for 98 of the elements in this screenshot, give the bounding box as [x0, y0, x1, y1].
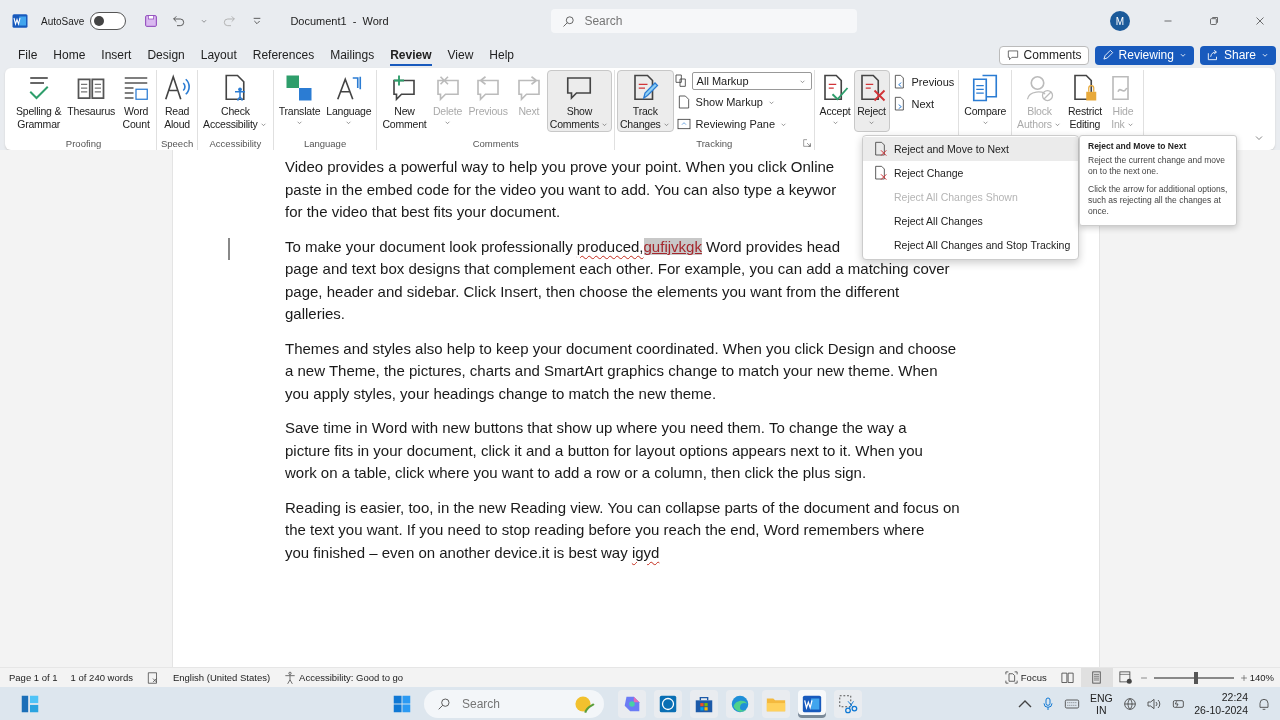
- tooltip-title: Reject and Move to Next: [1088, 141, 1188, 151]
- ribbon-button[interactable]: Accept: [816, 70, 854, 132]
- network-icon: [1122, 695, 1139, 712]
- focus-icon: [1003, 670, 1019, 685]
- markup-dropdown[interactable]: All Markup: [691, 72, 812, 90]
- focus-button[interactable]: Focus: [1003, 670, 1047, 685]
- menu-tab[interactable]: Mailings: [322, 44, 383, 66]
- ribbon-button[interactable]: Track Changes: [616, 70, 674, 132]
- share-icon: [1205, 48, 1220, 62]
- maximize-icon: [1207, 14, 1221, 28]
- web-layout-icon: [1118, 670, 1134, 685]
- paragraph: Reading is easier, too, in the new Reading view. You can collapse parts of the document and focus on the text you want. If you need to stop reading before you reach the end, Word remembers where you finished – even on another device.it is best way igyd: [285, 497, 960, 563]
- taskbar-search[interactable]: Search: [424, 689, 604, 718]
- ribbon-button[interactable]: Previous: [889, 72, 957, 92]
- save-icon: [143, 13, 160, 29]
- pen-icon: [1100, 48, 1115, 62]
- tooltip-text: Click the arrow for additional options, such as rejecting all the changes at once.: [1088, 184, 1228, 217]
- group-label: Tracking: [696, 137, 733, 149]
- ribbon-button[interactable]: Spelling & Grammar: [13, 70, 65, 132]
- group-label: Accessibility: [209, 137, 262, 149]
- comments-button[interactable]: Comments: [998, 45, 1089, 65]
- dialog-launcher-icon: [801, 138, 812, 148]
- reject-icon: [873, 165, 889, 181]
- accessibility-status[interactable]: Accessibility: Good to go: [283, 670, 404, 685]
- ribbon-button[interactable]: Reject: [853, 70, 890, 132]
- word-logo-icon: [11, 12, 29, 30]
- print-layout-button[interactable]: [1080, 667, 1113, 688]
- reject-icon: [873, 141, 889, 157]
- menu-tab[interactable]: Review: [382, 44, 440, 66]
- menu-tab[interactable]: Layout: [192, 44, 245, 66]
- menu-tab[interactable]: Design: [139, 44, 193, 66]
- read-mode-icon: [1060, 670, 1076, 685]
- ribbon-button[interactable]: Restrict Editing: [1064, 70, 1105, 132]
- autosave-label: AutoSave: [41, 15, 85, 27]
- taskbar-app[interactable]: [654, 689, 682, 718]
- menu-tab[interactable]: Home: [45, 44, 94, 66]
- taskbar-app[interactable]: [726, 689, 754, 718]
- paragraph: Video provides a powerful way to help you prove your point. When you click Online paste in the embed code for the video you want to add. You can also type a keywor for the video that best fits your document.: [285, 157, 837, 222]
- reviewing-pane-icon: [675, 116, 692, 132]
- ribbon-button[interactable]: Check Accessibility: [200, 70, 271, 132]
- share-button[interactable]: Share: [1199, 45, 1276, 65]
- window-title: Document1 - Word: [290, 15, 390, 27]
- menu-item[interactable]: Reject All Changes and Stop Tracking: [863, 233, 1078, 257]
- ribbon-button[interactable]: Show Comments: [546, 70, 612, 132]
- dialog-launcher-button[interactable]: [801, 138, 812, 148]
- word-count[interactable]: 1 of 240 words: [70, 672, 133, 683]
- ribbon-button[interactable]: Read Aloud: [159, 70, 196, 132]
- comment-icon: [1005, 48, 1020, 62]
- accessibility-icon: [283, 670, 298, 685]
- ribbon-button[interactable]: Translate: [275, 70, 324, 132]
- ribbon-button[interactable]: Show Markup: [673, 92, 812, 112]
- menu-tab[interactable]: Insert: [93, 44, 140, 66]
- autosave-toggle[interactable]: [90, 12, 127, 30]
- page-count[interactable]: Page 1 of 1: [9, 672, 58, 683]
- search-field[interactable]: Search: [551, 9, 858, 33]
- group-label: Proofing: [65, 137, 102, 149]
- taskbar-app[interactable]: [618, 689, 646, 718]
- chevron-up-icon: [1018, 699, 1033, 708]
- taskbar-app[interactable]: [834, 689, 862, 718]
- ribbon-button[interactable]: New Comment: [379, 70, 430, 132]
- reviewing-button[interactable]: Reviewing: [1094, 45, 1194, 65]
- ribbon-button[interactable]: Thesaurus: [64, 70, 119, 132]
- paragraph: Themes and styles also help to keep your document coordinated. When you click Design and choose a new Theme, the pictures, charts and SmartArt graphics change to match your new theme. When you apply styles, your headings change to match the new theme.: [285, 338, 957, 404]
- zoom-thumb[interactable]: [1194, 671, 1199, 684]
- proofing-icon: [145, 670, 160, 685]
- taskbar-app[interactable]: [798, 689, 826, 718]
- ribbon-button[interactable]: Compare: [961, 70, 1010, 132]
- input-language-button[interactable]: ENG IN: [1088, 691, 1115, 716]
- menu-tab[interactable]: References: [244, 44, 323, 66]
- group-label: Comments: [472, 137, 519, 149]
- clock-button[interactable]: 22:24 26-10-2024: [1194, 690, 1248, 717]
- menu-tab[interactable]: File: [10, 44, 46, 66]
- ribbon-button[interactable]: Word Count: [118, 70, 155, 132]
- ribbon-button[interactable]: Next: [889, 94, 957, 114]
- language-status[interactable]: English (United States): [172, 672, 271, 683]
- plus-icon: [1238, 672, 1249, 683]
- group-label: Language: [303, 137, 347, 149]
- ribbon-button[interactable]: Language: [323, 70, 375, 132]
- menu-tab[interactable]: Help: [481, 44, 522, 66]
- menu-item[interactable]: Reject and Move to Next: [863, 137, 1078, 161]
- show-hidden-icons-button[interactable]: [1018, 699, 1033, 708]
- menu-item[interactable]: Reject All Changes: [863, 209, 1078, 233]
- account-avatar[interactable]: M: [1110, 11, 1130, 31]
- group-label: Speech: [160, 137, 194, 149]
- zoom-in-button[interactable]: [1238, 672, 1249, 683]
- user-block-icon: [1024, 73, 1055, 103]
- proofing-button[interactable]: [145, 670, 160, 685]
- tooltip-text: Reject the current change and move on to the next one.: [1088, 155, 1227, 177]
- redo-icon: [221, 13, 238, 29]
- paragraph: Save time in Word with new buttons that show up where you need them. To change the way a picture fits in your document, click it and a button for layout options appears next to it. When you work on a table, click where you want to add a row or a column, then click the plus sign.: [285, 418, 923, 483]
- zoom-level[interactable]: 140%: [1249, 672, 1274, 683]
- quick-settings-button[interactable]: [1122, 695, 1187, 712]
- snipping-tool-icon: [837, 692, 859, 715]
- ribbon-button[interactable]: Reviewing Pane: [673, 114, 812, 134]
- taskbar-app[interactable]: [690, 689, 718, 718]
- menu-tab[interactable]: View: [439, 44, 482, 66]
- translate-icon: [284, 73, 315, 103]
- menu-item[interactable]: Reject Change: [863, 161, 1078, 185]
